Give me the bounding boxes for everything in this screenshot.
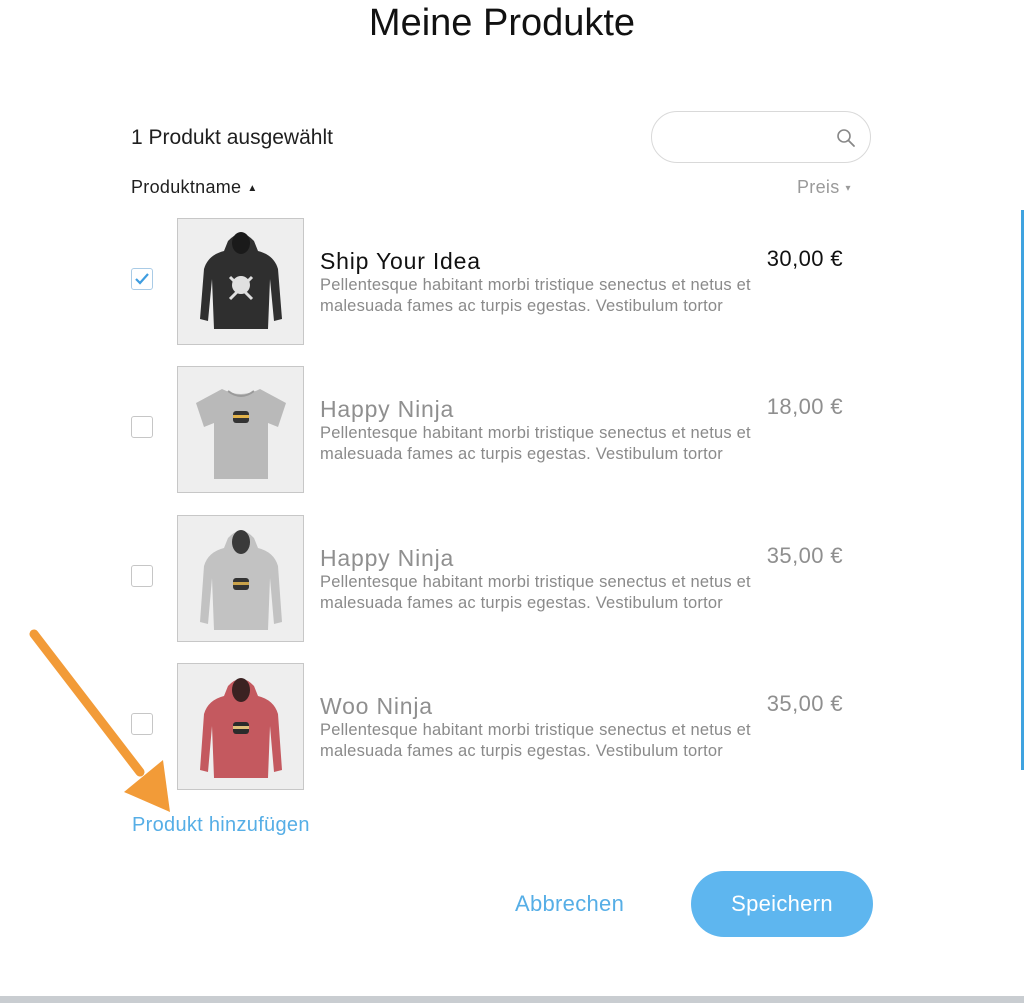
grey-tshirt-image	[196, 389, 286, 479]
annotation-arrow-icon	[29, 629, 170, 812]
product-checkbox[interactable]	[131, 416, 153, 438]
sort-dropdown-icon: ▾	[845, 183, 851, 194]
search-input[interactable]	[672, 124, 836, 152]
search-icon[interactable]	[836, 128, 856, 148]
column-header-price[interactable]: Preis ▾	[797, 177, 851, 198]
black-hoodie-image	[200, 232, 282, 329]
product-name: Happy Ninja	[320, 545, 455, 571]
bottom-border	[0, 996, 1024, 1003]
product-price: 18,00 €	[766, 394, 843, 419]
product-checkbox[interactable]	[131, 268, 153, 290]
product-name: Happy Ninja	[320, 396, 455, 422]
search-box[interactable]	[651, 111, 871, 163]
product-row[interactable]: Ship Your Idea 30,00 € Pellentesque habi…	[0, 218, 1000, 348]
cancel-button[interactable]: Abbrechen	[515, 891, 624, 917]
checkmark-icon	[135, 273, 149, 285]
product-price: 30,00 €	[766, 246, 843, 271]
column-header-price-label: Preis	[797, 177, 840, 197]
save-button[interactable]: Speichern	[691, 871, 873, 937]
product-name: Ship Your Idea	[320, 248, 481, 274]
product-checkbox[interactable]	[131, 565, 153, 587]
product-thumbnail	[177, 218, 304, 345]
product-name: Woo Ninja	[320, 693, 433, 719]
column-header-name[interactable]: Produktname ▲	[131, 177, 258, 198]
product-description: Pellentesque habitant morbi tristique se…	[320, 276, 751, 315]
product-description: Pellentesque habitant morbi tristique se…	[320, 424, 751, 463]
sort-ascending-icon: ▲	[247, 183, 258, 194]
product-description: Pellentesque habitant morbi tristique se…	[320, 721, 751, 760]
product-thumbnail	[177, 366, 304, 493]
product-price: 35,00 €	[766, 691, 843, 716]
selected-count-label: 1 Produkt ausgewählt	[131, 126, 333, 149]
column-header-name-label: Produktname	[131, 177, 242, 197]
product-description: Pellentesque habitant morbi tristique se…	[320, 573, 751, 612]
product-row[interactable]: Happy Ninja 18,00 € Pellentesque habitan…	[0, 366, 1000, 496]
dialog-title: Meine Produkte	[368, 2, 636, 44]
product-price: 35,00 €	[766, 543, 843, 568]
